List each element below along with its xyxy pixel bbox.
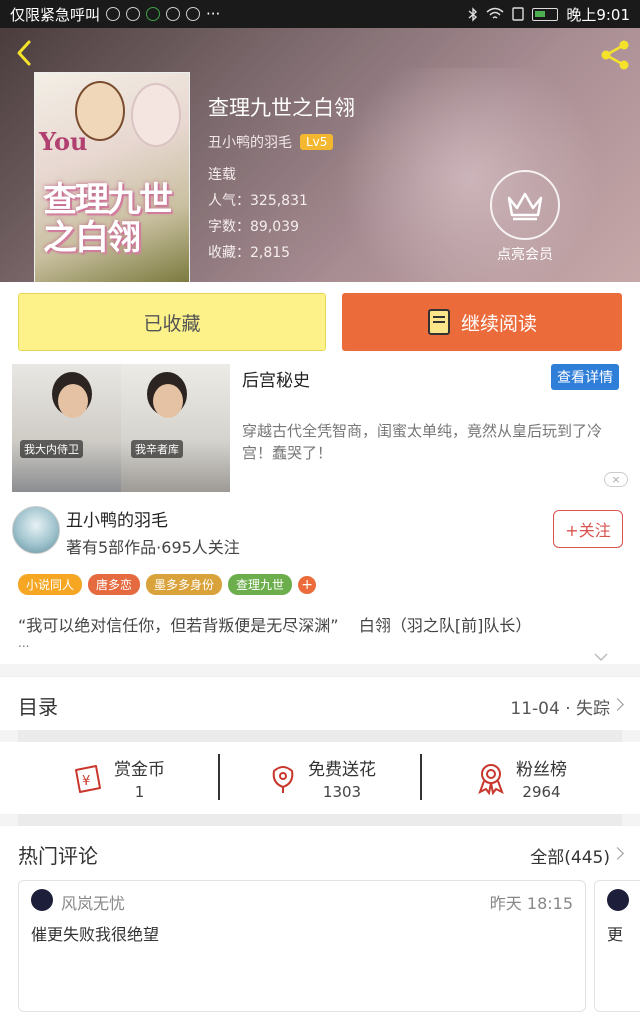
book-intro-quote: “我可以绝对信任你，但若背叛便是无尽深渊” 白翎（羽之队[前]队长）	[18, 616, 532, 635]
back-icon[interactable]	[10, 38, 40, 68]
comment-text: 催更失败我很绝望	[31, 925, 160, 944]
wifi-icon	[486, 7, 504, 19]
section-divider	[18, 730, 622, 742]
comment-time: 昨天 18:15	[489, 894, 573, 913]
cover-title: 查理九世之白翎	[43, 180, 173, 258]
book-icon	[427, 309, 450, 335]
catalog-row[interactable]: 目录 11-04 · 失踪	[0, 676, 640, 730]
commenter-avatar[interactable]	[607, 889, 629, 911]
sim-icon	[512, 7, 525, 21]
author-card: 丑小鸭的羽毛 著有5部作品·695人关注 +关注 小说同人 唐多恋 墨多多身份 查理九…	[0, 494, 640, 664]
author-avatar[interactable]	[12, 506, 60, 554]
commenter-avatar[interactable]	[31, 889, 53, 911]
book-author-row: 丑小鸭的羽毛 Lv5	[208, 132, 334, 152]
tag-chip[interactable]: 小说同人	[18, 574, 83, 595]
flower-icon	[272, 766, 294, 793]
continue-reading-button[interactable]: 继续阅读	[342, 293, 622, 351]
book-author[interactable]: 丑小鸭的羽毛	[208, 132, 292, 152]
svg-text:¥: ¥	[82, 774, 90, 789]
crown-icon	[507, 192, 543, 221]
comment-card[interactable]: 风岚无忧 昨天 18:15 催更失败我很绝望	[18, 880, 586, 1012]
tag-chip[interactable]: 查理九世	[228, 574, 293, 595]
ad-image-tag-left: 我大内侍卫	[20, 440, 83, 458]
chevron-right-icon[interactable]	[611, 847, 624, 860]
carrier-text: 仅限紧急呼叫	[10, 5, 101, 24]
wechat-icon	[186, 7, 201, 21]
intro-ellipsis: ...	[18, 636, 30, 650]
comments-carousel[interactable]: 风岚无忧 昨天 18:15 催更失败我很绝望 更	[0, 880, 640, 1024]
ad-close-button[interactable]: ×	[604, 472, 628, 487]
vip-button[interactable]	[490, 170, 560, 240]
catalog-label: 目录	[18, 695, 58, 719]
cover-character-right	[131, 83, 181, 147]
latest-chapter: 11-04 · 失踪	[510, 699, 610, 719]
favorited-button[interactable]: 已收藏	[18, 293, 326, 351]
author-name[interactable]: 丑小鸭的羽毛	[66, 506, 168, 531]
fans-rank-button[interactable]: 粉丝榜 2964	[474, 742, 567, 814]
ad-banner[interactable]: 我大内侍卫 我辛者库 后宫秘史 查看详情 穿越古代全凭智商，闺蜜太单纯，竟然从皇…	[0, 362, 640, 494]
comment-card[interactable]: 更	[594, 880, 640, 1012]
status-bar: 仅限紧急呼叫 ··· 晚上9:01	[0, 0, 640, 28]
search-icon	[126, 7, 141, 21]
book-cover[interactable]: You 查理九世之白翎	[34, 72, 190, 282]
fans-rank-label: 粉丝榜	[516, 760, 567, 780]
ad-person-left-face	[58, 384, 88, 418]
cloud-icon	[106, 7, 121, 21]
hot-comments-header: 热门评论 全部(445)	[0, 826, 640, 880]
reward-coin-count: 1	[134, 783, 145, 801]
section-divider	[18, 814, 622, 826]
book-favorites: 收藏：2,815	[208, 245, 291, 261]
clock-text: 晚上9:01	[566, 5, 630, 24]
author-level-badge: Lv5	[300, 134, 334, 150]
fans-rank-count: 2964	[522, 783, 561, 801]
comment-text: 更	[607, 925, 624, 944]
browser-icon	[146, 7, 161, 21]
cover-en-text: You	[39, 127, 88, 156]
book-popularity: 人气：325,831	[208, 193, 308, 209]
ad-image[interactable]: 我大内侍卫 我辛者库	[12, 364, 230, 492]
continue-reading-label: 继续阅读	[460, 312, 537, 335]
ad-person-right-face	[153, 384, 183, 418]
ad-title[interactable]: 后宫秘史	[242, 366, 310, 391]
author-stats: 著有5部作品·695人关注	[66, 538, 240, 557]
chevron-right-icon	[611, 698, 624, 711]
tag-chip[interactable]: 唐多恋	[88, 574, 141, 595]
share-icon[interactable]	[598, 38, 632, 72]
battery-icon	[532, 7, 559, 21]
more-notifications-text: ···	[206, 5, 221, 23]
all-comments-link[interactable]: 全部(445)	[530, 843, 610, 868]
reward-coin-button[interactable]: ¥ 赏金币 1	[72, 742, 165, 814]
tag-list: 小说同人 唐多恋 墨多多身份 查理九世 +	[18, 574, 317, 595]
vip-label: 点亮会员	[497, 247, 553, 263]
action-bar: 已收藏 继续阅读	[0, 282, 640, 362]
add-tag-button[interactable]: +	[298, 575, 317, 594]
book-title: 查理九世之白翎	[208, 96, 355, 120]
bluetooth-icon	[468, 6, 478, 22]
stats-divider	[420, 754, 422, 800]
book-status: 连载	[208, 167, 236, 183]
free-flower-button[interactable]: 免费送花 1303	[266, 742, 376, 814]
image-icon	[166, 7, 181, 21]
stats-divider	[218, 754, 220, 800]
expand-chevron-icon[interactable]	[594, 652, 608, 662]
commenter-name[interactable]: 风岚无忧	[61, 890, 125, 914]
ad-image-tag-right: 我辛者库	[131, 440, 183, 458]
book-word-count: 字数：89,039	[208, 219, 299, 235]
coin-icon: ¥	[75, 765, 101, 793]
tag-chip[interactable]: 墨多多身份	[146, 574, 223, 595]
reward-coin-label: 赏金币	[114, 760, 165, 780]
ad-detail-button[interactable]: 查看详情	[551, 364, 619, 390]
stats-bar: ¥ 赏金币 1 免费送花 1303 粉丝榜 2964	[0, 742, 640, 814]
free-flower-label: 免费送花	[308, 760, 376, 780]
book-header: You 查理九世之白翎 查理九世之白翎 丑小鸭的羽毛 Lv5 连载 人气：325…	[0, 28, 640, 282]
ad-description: 穿越古代全凭智商，闺蜜太单纯，竟然从皇后玩到了冷宫！蠢哭了！	[242, 422, 603, 462]
medal-icon	[478, 764, 504, 795]
free-flower-count: 1303	[322, 783, 362, 801]
hot-comments-label: 热门评论	[18, 844, 98, 868]
follow-button[interactable]: +关注	[553, 510, 623, 548]
